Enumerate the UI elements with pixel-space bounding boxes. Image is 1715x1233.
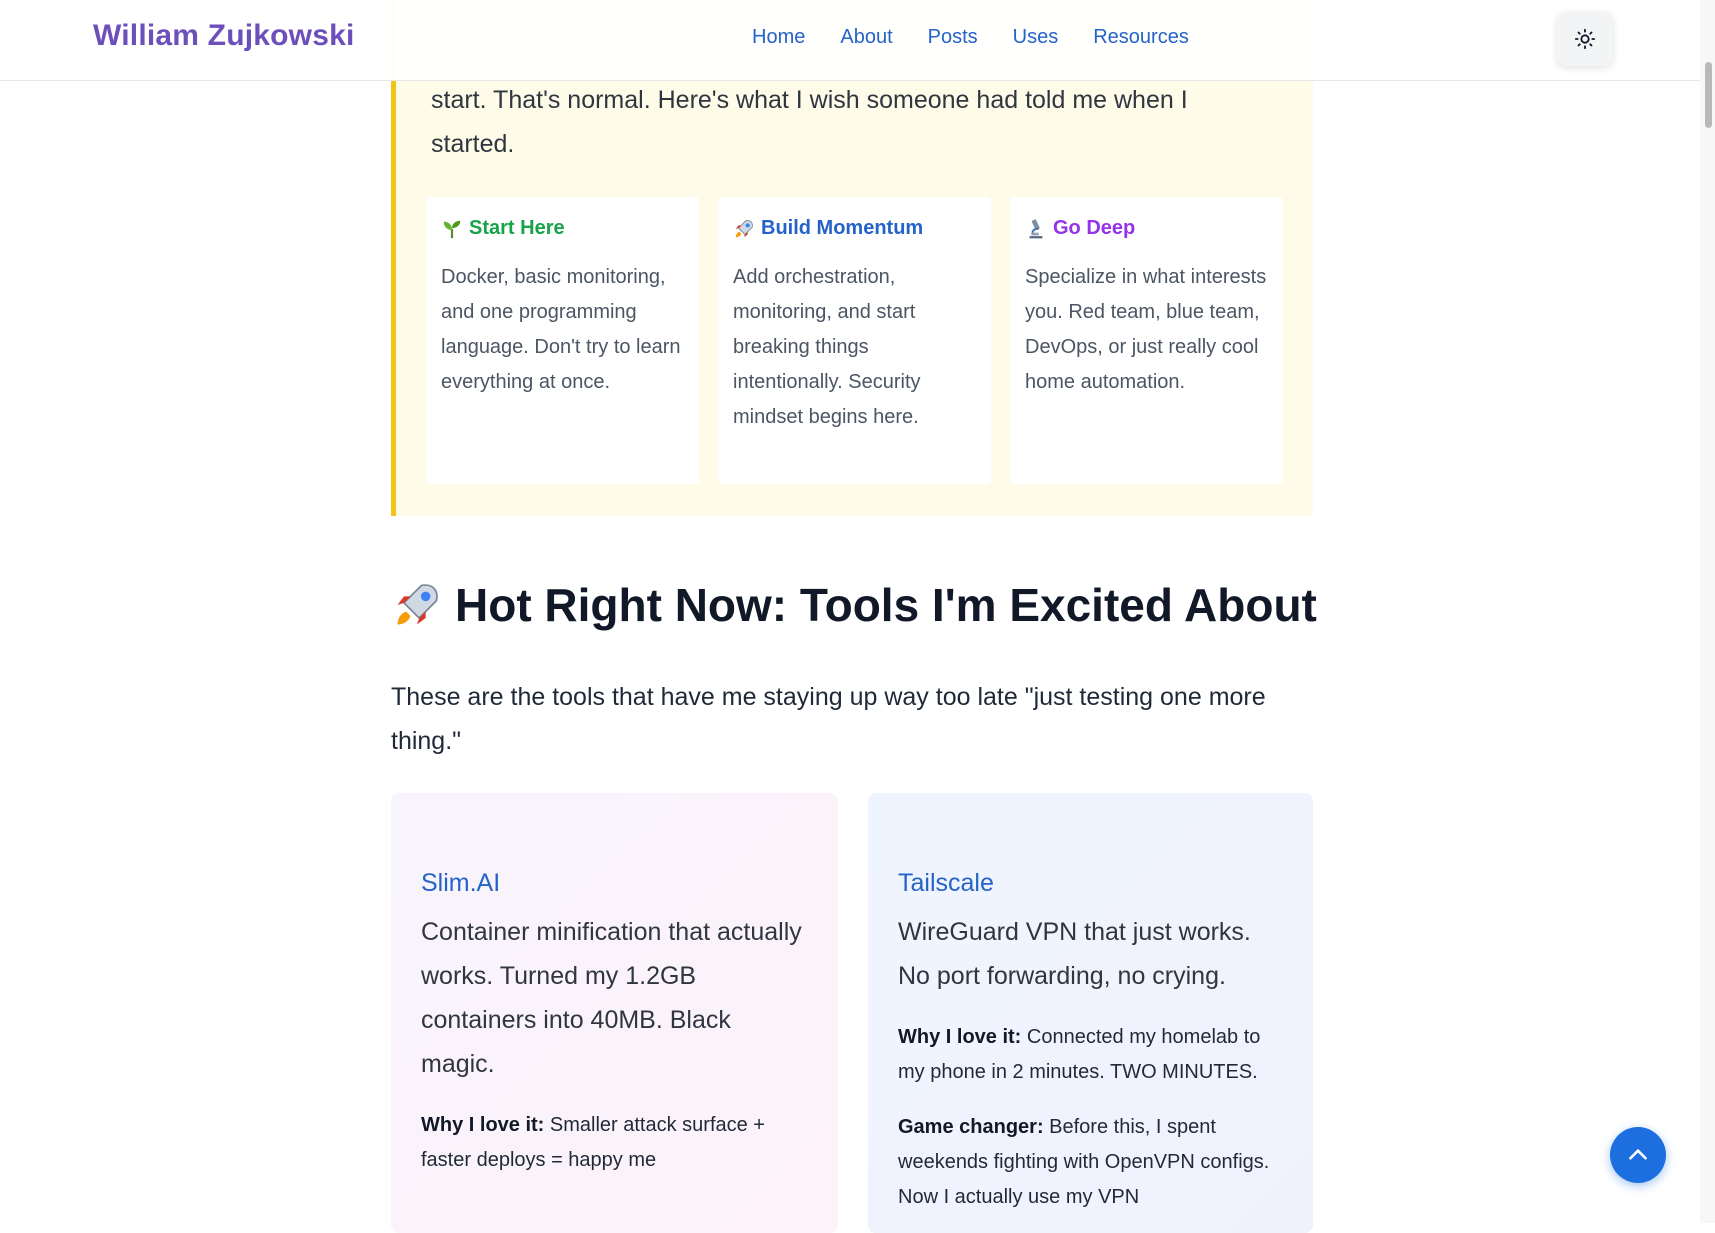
tool-note: Game changer: Before this, I spent weeke… [898,1116,1270,1208]
section-title-text: Hot Right Now: Tools I'm Excited About [455,579,1317,631]
callout-text: start. That's normal. Here's what I wish… [431,86,1188,158]
site-header: William Zujkowski Home About Posts Uses … [0,0,1700,81]
rocket-icon [735,219,753,237]
tool-name-link[interactable]: Slim.AI [421,869,808,898]
theme-toggle-button[interactable] [1557,12,1613,66]
card-title: Build Momentum [761,217,924,239]
tool-description: WireGuard VPN that just works. No port f… [898,918,1251,990]
tool-note: Why I love it: Smaller attack surface + … [421,1114,765,1171]
card-title: Start Here [469,217,565,239]
chevron-up-icon [1629,1149,1647,1160]
microscope-icon [1029,218,1043,238]
scrollbar-thumb[interactable] [1705,62,1712,128]
nav-home[interactable]: Home [752,26,805,49]
tool-name-link[interactable]: Tailscale [898,869,1283,898]
card-text: Add orchestration, monitoring, and start… [733,266,921,428]
section-heading: Hot Right Now: Tools I'm Excited About [391,578,1317,632]
site-brand[interactable]: William Zujkowski [93,19,355,53]
seedling-icon [443,220,461,238]
back-to-top-button[interactable] [1610,1127,1666,1183]
card-start-here: Start Here Docker, basic monitoring, and… [426,197,699,484]
main-nav: Home About Posts Uses Resources [752,26,1189,49]
tool-card-tailscale: Tailscale WireGuard VPN that just works.… [868,793,1313,1233]
tool-description: Container minification that actually wor… [421,918,802,1078]
tool-card-slim-ai: Slim.AI Container minification that actu… [391,793,838,1233]
nav-resources[interactable]: Resources [1093,26,1189,49]
section-intro: These are the tools that have me staying… [391,683,1266,755]
nav-posts[interactable]: Posts [928,26,978,49]
card-title: Go Deep [1053,217,1136,239]
card-go-deep: Go Deep Specialize in what interests you… [1010,197,1283,484]
tool-note: Why I love it: Connected my homelab to m… [898,1026,1261,1083]
nav-uses[interactable]: Uses [1013,26,1059,49]
card-text: Docker, basic monitoring, and one progra… [441,266,681,393]
rocket-icon [397,584,438,625]
page-scrollbar[interactable] [1700,0,1715,1223]
card-build-momentum: Build Momentum Add orchestration, monito… [718,197,991,484]
card-text: Specialize in what interests you. Red te… [1025,266,1267,393]
nav-about[interactable]: About [840,26,892,49]
sun-icon [1574,28,1596,50]
